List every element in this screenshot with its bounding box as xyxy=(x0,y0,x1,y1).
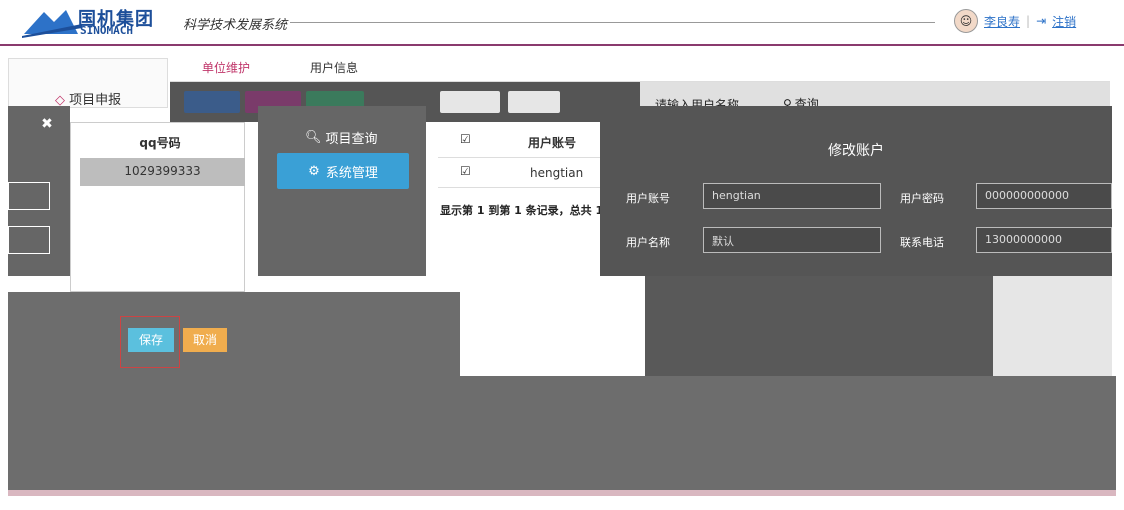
field-label-username: 用户名称 xyxy=(626,236,670,249)
toolbar-button-1[interactable] xyxy=(184,91,240,113)
nav-item-label: 项目申报 xyxy=(69,93,122,108)
field-label-phone: 联系电话 xyxy=(900,236,944,249)
overlay-right-block xyxy=(993,276,1112,376)
modal-title: 修改账户 xyxy=(828,143,884,159)
side-field-2[interactable] xyxy=(8,226,50,254)
logo-en: SINOMACH xyxy=(80,24,133,37)
header-accent-line xyxy=(0,44,1124,46)
system-management-label: 系统管理 xyxy=(325,165,378,181)
username-field[interactable]: 默认 xyxy=(703,227,881,253)
side-field-1[interactable] xyxy=(8,182,50,210)
app-window: 国机集团 SINOMACH 科学技术发展系统 ☺ 李良寿 | ⇥ 注销 单位维护… xyxy=(0,0,1124,510)
tab-user-info[interactable]: 用户信息 xyxy=(310,59,358,76)
nav-item-project-query[interactable]: 🔍︎ 项目查询 xyxy=(305,128,378,147)
avatar[interactable]: ☺ xyxy=(954,9,978,33)
user-name-link[interactable]: 李良寿 xyxy=(984,13,1020,30)
qq-value: 1029399333 xyxy=(124,164,201,178)
user-account-column-header: 用户账号 xyxy=(528,136,577,150)
password-field[interactable]: 000000000000 xyxy=(976,183,1112,209)
user-account-cell: hengtian xyxy=(530,166,584,180)
phone-field[interactable]: 13000000000 xyxy=(976,227,1112,253)
cancel-button[interactable]: 取消 xyxy=(183,328,227,352)
qq-column-header: qq号码 xyxy=(139,136,181,150)
project-query-label: 项目查询 xyxy=(325,132,378,147)
overlay-lower-left xyxy=(8,292,460,376)
overlay-lower-right xyxy=(645,276,993,376)
tab-unit-maintenance[interactable]: 单位维护 xyxy=(202,59,250,76)
overlay-bottom xyxy=(8,376,1116,490)
gear-icon: ⚙ xyxy=(308,163,320,179)
bottom-band xyxy=(8,490,1116,496)
field-label-account: 用户账号 xyxy=(626,192,670,205)
select-all-checkbox[interactable]: ☑ xyxy=(460,132,471,146)
user-area: ☺ 李良寿 | ⇥ 注销 xyxy=(954,8,1076,34)
pagination-info: 显示第 1 到第 1 条记录，总共 1 条 xyxy=(440,204,608,217)
logout-link[interactable]: 注销 xyxy=(1052,13,1076,30)
account-field[interactable]: hengtian xyxy=(703,183,881,209)
toolbar-button-5[interactable] xyxy=(508,91,560,113)
logout-icon: ⇥ xyxy=(1036,14,1047,28)
toolbar-button-4[interactable] xyxy=(440,91,500,113)
tab-bar: 单位维护 用户信息 xyxy=(170,52,1110,82)
close-icon[interactable]: ✖ xyxy=(38,115,56,133)
system-management-button[interactable]: ⚙ 系统管理 xyxy=(277,153,409,189)
field-label-password: 用户密码 xyxy=(900,192,944,205)
system-name: 科学技术发展系统 xyxy=(183,18,288,33)
separator: | xyxy=(1026,14,1031,28)
save-button[interactable]: 保存 xyxy=(128,328,174,352)
title-divider xyxy=(290,22,935,23)
search-icon: 🔍︎ xyxy=(305,130,322,145)
row-checkbox[interactable]: ☑ xyxy=(460,164,471,178)
